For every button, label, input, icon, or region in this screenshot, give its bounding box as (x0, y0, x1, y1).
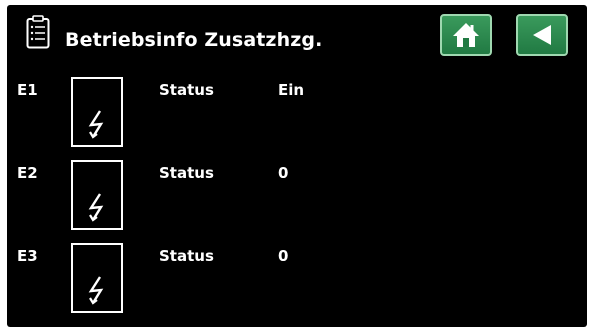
heater-row-e2: E2 Status 0 (7, 88, 587, 230)
heater-row-e1: E1 Status Ein (7, 5, 587, 147)
heater-id: E3 (17, 247, 38, 265)
heater-row-e3: E3 Status 0 (7, 171, 587, 313)
lightning-icon (88, 276, 104, 305)
status-label: Status (159, 247, 214, 265)
screen: Betriebsinfo Zusatzhzg. E1 Status Ein E2 (7, 5, 587, 327)
heater-status-box (71, 243, 123, 313)
status-value: 0 (278, 247, 289, 265)
